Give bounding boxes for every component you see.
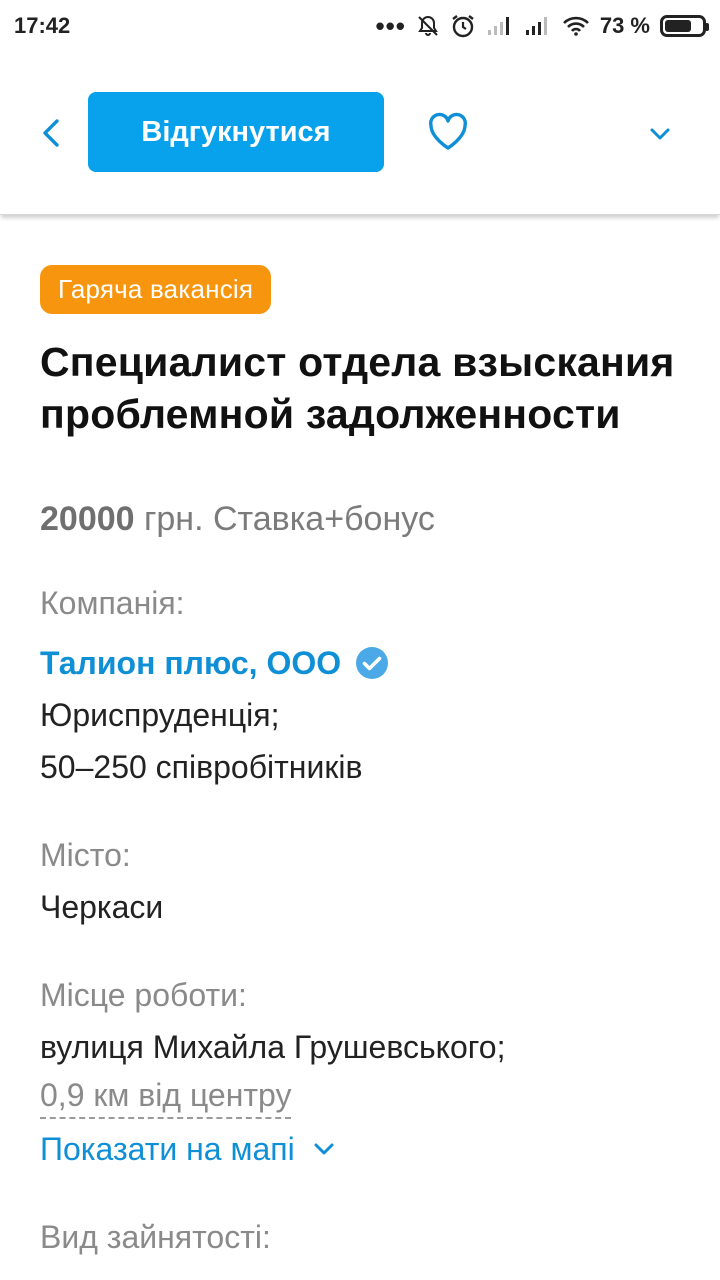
favorite-button[interactable]	[427, 112, 469, 152]
heart-outline-icon	[429, 112, 467, 150]
city-label: Місто:	[40, 837, 131, 873]
vacancy-toolbar: Відгукнутися	[0, 52, 720, 215]
vacancy-title: Специалист отдела взыскания проблемной з…	[40, 339, 675, 437]
company-industry: Юриспруденція;	[40, 697, 280, 733]
salary-details: грн. Ставка+бонус	[134, 500, 435, 538]
chevron-left-icon	[43, 119, 59, 147]
status-bar: 17:42 ••• 73 %	[0, 0, 720, 52]
respond-button[interactable]: Відгукнутися	[88, 92, 384, 172]
workplace-address: вулиця Михайла Грушевського;	[40, 1029, 506, 1065]
chevron-down-icon	[314, 1143, 334, 1155]
battery-icon	[660, 15, 709, 37]
show-on-map-label: Показати на мапі	[40, 1131, 295, 1167]
mute-bell-icon	[416, 14, 440, 38]
vacancy-details: Гаряча вакансія Специалист отдела взыска…	[0, 215, 720, 1257]
signal-icon	[524, 15, 552, 37]
company-row: Талион плюс, ООО	[40, 637, 680, 689]
workplace-label: Місце роботи:	[40, 977, 247, 1013]
battery-percent: 73 %	[599, 13, 650, 38]
status-icons: ••• 73 %	[375, 11, 709, 41]
employment-type-label: Вид зайнятості:	[40, 1219, 271, 1255]
wifi-icon	[562, 15, 590, 37]
company-link[interactable]: Талион плюс, ООО	[40, 637, 341, 689]
battery-fill	[665, 20, 692, 32]
verified-icon	[355, 646, 389, 680]
show-on-map-link[interactable]: Показати на мапі	[40, 1127, 680, 1171]
status-time: 17:42	[14, 13, 71, 38]
back-button[interactable]	[34, 115, 70, 151]
chevron-down-icon	[650, 128, 670, 140]
expand-button[interactable]	[646, 120, 674, 148]
workplace-distance[interactable]: 0,9 км від центру	[40, 1073, 292, 1119]
salary-amount: 20000	[40, 500, 135, 538]
hot-vacancy-badge: Гаряча вакансія	[40, 265, 272, 314]
alarm-icon	[450, 13, 476, 39]
salary: 20000 грн. Ставка+бонус	[40, 500, 680, 539]
city-value: Черкаси	[40, 889, 164, 925]
signal-icon	[486, 15, 514, 37]
company-size: 50–250 співробітників	[40, 749, 363, 785]
company-label: Компанія:	[40, 585, 185, 621]
more-notifications-icon: •••	[375, 11, 406, 41]
